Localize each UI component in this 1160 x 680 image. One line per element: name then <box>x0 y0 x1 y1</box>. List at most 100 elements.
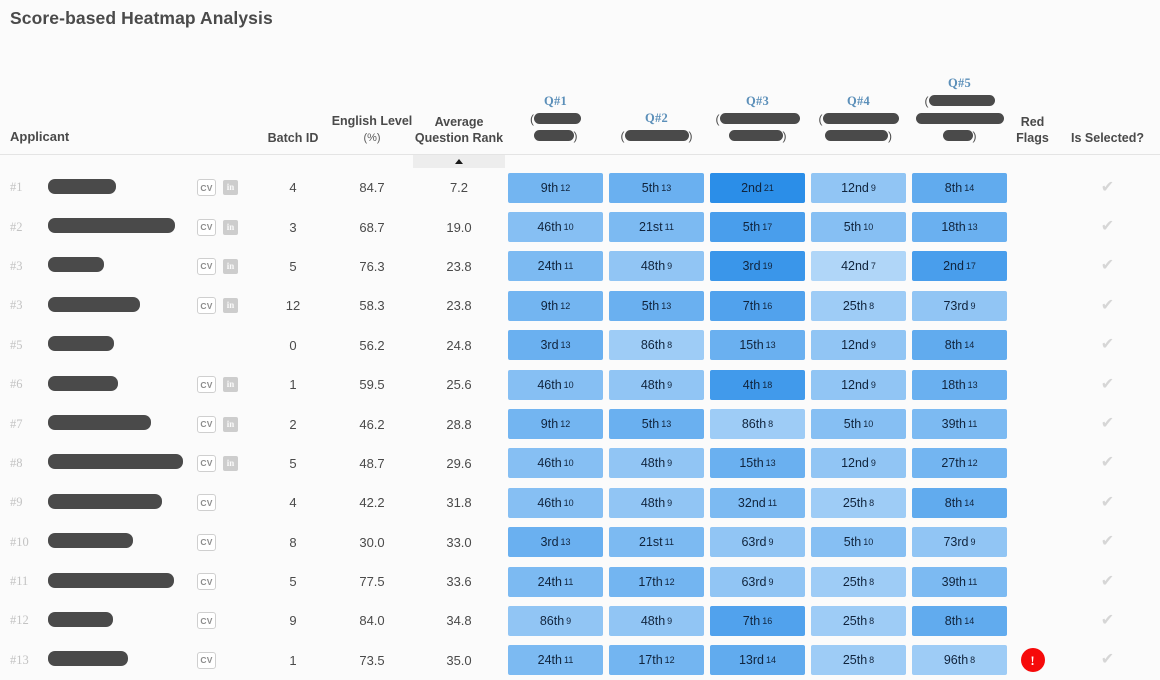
table-row[interactable]: #1 CV in 4 84.7 7.2 9th 12 5th 13 2nd 21 12nd 9 8th 14 ✔ <box>0 168 1160 208</box>
cv-button[interactable]: CV <box>197 415 216 433</box>
question-2-cell[interactable]: 5th 13 <box>606 168 707 208</box>
question-5-cell[interactable]: 2nd 17 <box>909 246 1010 287</box>
cv-button[interactable]: CV <box>197 651 216 669</box>
question-4-cell[interactable]: 25th 8 <box>808 640 909 680</box>
sort-indicator-cell[interactable] <box>413 154 505 168</box>
table-row[interactable]: #12 CV 9 84.0 34.8 86th 9 48th 9 7th 16 25th 8 8th 14 ✔ <box>0 601 1160 641</box>
question-3-cell[interactable]: 3rd 19 <box>707 246 808 287</box>
question-5-cell[interactable]: 8th 14 <box>909 168 1010 208</box>
cv-button[interactable]: CV <box>197 612 216 630</box>
question-1-cell[interactable]: 9th 12 <box>505 286 606 326</box>
cv-button[interactable]: CV <box>197 454 216 472</box>
question-2-cell[interactable]: 48th 9 <box>606 443 707 484</box>
linkedin-icon[interactable]: in <box>223 377 238 393</box>
question-5-cell[interactable]: 96th 8 <box>909 640 1010 680</box>
table-row[interactable]: #6 CV in 1 59.5 25.6 46th 10 48th 9 4th 18 12nd 9 18th… <box>0 364 1160 405</box>
question-1-cell[interactable]: 3rd 13 <box>505 325 606 365</box>
sort-ascending-box[interactable] <box>413 154 505 168</box>
linkedin-icon[interactable]: in <box>223 180 238 196</box>
linkedin-icon[interactable]: in <box>223 416 238 432</box>
col-header-is-selected[interactable]: Is Selected? <box>1055 46 1160 155</box>
question-5-cell[interactable]: 8th 14 <box>909 601 1010 641</box>
cv-button[interactable]: CV <box>197 218 216 236</box>
question-4-cell[interactable]: 5th 10 <box>808 207 909 247</box>
question-4-cell[interactable]: 12nd 9 <box>808 325 909 365</box>
cv-button[interactable]: CV <box>197 297 216 315</box>
col-header-q2[interactable]: Q#2 () <box>606 46 707 155</box>
question-4-cell[interactable]: 25th 8 <box>808 601 909 641</box>
question-1-cell[interactable]: 24th 11 <box>505 640 606 680</box>
question-3-cell[interactable]: 63rd 9 <box>707 561 808 602</box>
question-2-cell[interactable]: 48th 9 <box>606 246 707 287</box>
table-row[interactable]: #5 0 56.2 24.8 3rd 13 86th 8 15th 13 12nd 9 8th 14 ✔ <box>0 325 1160 365</box>
question-2-cell[interactable]: 17th 12 <box>606 561 707 602</box>
question-1-cell[interactable]: 86th 9 <box>505 601 606 641</box>
col-header-q5[interactable]: Q#5 () <box>909 46 1010 155</box>
question-5-cell[interactable]: 39th 11 <box>909 561 1010 602</box>
question-2-cell[interactable]: 5th 13 <box>606 404 707 444</box>
question-1-cell[interactable]: 9th 12 <box>505 168 606 208</box>
question-1-cell[interactable]: 46th 10 <box>505 443 606 484</box>
question-3-cell[interactable]: 4th 18 <box>707 364 808 405</box>
cv-button[interactable]: CV <box>197 376 216 394</box>
cv-button[interactable]: CV <box>197 533 216 551</box>
question-2-cell[interactable]: 48th 9 <box>606 483 707 523</box>
question-3-cell[interactable]: 63rd 9 <box>707 522 808 562</box>
question-2-cell[interactable]: 21st 11 <box>606 522 707 562</box>
question-1-cell[interactable]: 24th 11 <box>505 246 606 287</box>
cv-button[interactable]: CV <box>197 573 216 591</box>
question-5-cell[interactable]: 18th 13 <box>909 364 1010 405</box>
col-header-applicant[interactable]: Applicant <box>0 46 255 155</box>
col-header-red-flags[interactable]: Red Flags <box>1010 46 1055 155</box>
question-3-cell[interactable]: 15th 13 <box>707 325 808 365</box>
question-4-cell[interactable]: 25th 8 <box>808 483 909 523</box>
table-row[interactable]: #3 CV in 12 58.3 23.8 9th 12 5th 13 7th 16 25th 8 73rd… <box>0 286 1160 326</box>
question-3-cell[interactable]: 5th 17 <box>707 207 808 247</box>
question-2-cell[interactable]: 48th 9 <box>606 601 707 641</box>
linkedin-icon[interactable]: in <box>223 298 238 314</box>
cv-button[interactable]: CV <box>197 179 216 197</box>
question-5-cell[interactable]: 27th 12 <box>909 443 1010 484</box>
col-header-english-level[interactable]: English Level (%) <box>331 46 413 155</box>
table-row[interactable]: #9 CV 4 42.2 31.8 46th 10 48th 9 32nd 11 25th 8 8th 14… <box>0 483 1160 523</box>
cv-button[interactable]: CV <box>197 494 216 512</box>
question-5-cell[interactable]: 18th 13 <box>909 207 1010 247</box>
question-4-cell[interactable]: 12nd 9 <box>808 443 909 484</box>
question-3-cell[interactable]: 7th 16 <box>707 286 808 326</box>
question-3-cell[interactable]: 2nd 21 <box>707 168 808 208</box>
question-1-cell[interactable]: 3rd 13 <box>505 522 606 562</box>
table-row[interactable]: #11 CV 5 77.5 33.6 24th 11 17th 12 63rd 9 25th 8 39th… <box>0 561 1160 602</box>
question-3-cell[interactable]: 32nd 11 <box>707 483 808 523</box>
question-3-cell[interactable]: 86th 8 <box>707 404 808 444</box>
question-5-cell[interactable]: 73rd 9 <box>909 522 1010 562</box>
question-1-cell[interactable]: 24th 11 <box>505 561 606 602</box>
question-4-cell[interactable]: 12nd 9 <box>808 364 909 405</box>
question-1-cell[interactable]: 46th 10 <box>505 364 606 405</box>
cv-button[interactable]: CV <box>197 257 216 275</box>
table-row[interactable]: #3 CV in 5 76.3 23.8 24th 11 48th 9 3rd 19 42nd 7 2nd 1… <box>0 246 1160 287</box>
table-row[interactable]: #2 CV in 3 68.7 19.0 46th 10 21st 11 5th 17 5th 10 18t… <box>0 207 1160 247</box>
question-3-cell[interactable]: 15th 13 <box>707 443 808 484</box>
red-flag-icon[interactable]: ! <box>1020 648 1045 673</box>
question-5-cell[interactable]: 8th 14 <box>909 483 1010 523</box>
question-4-cell[interactable]: 5th 10 <box>808 404 909 444</box>
question-2-cell[interactable]: 21st 11 <box>606 207 707 247</box>
question-3-cell[interactable]: 7th 16 <box>707 601 808 641</box>
question-1-cell[interactable]: 9th 12 <box>505 404 606 444</box>
question-4-cell[interactable]: 5th 10 <box>808 522 909 562</box>
table-row[interactable]: #10 CV 8 30.0 33.0 3rd 13 21st 11 63rd 9 5th 10 73rd 9… <box>0 522 1160 562</box>
col-header-q1[interactable]: Q#1 () <box>505 46 606 155</box>
question-2-cell[interactable]: 86th 8 <box>606 325 707 365</box>
question-2-cell[interactable]: 17th 12 <box>606 640 707 680</box>
question-2-cell[interactable]: 5th 13 <box>606 286 707 326</box>
question-2-cell[interactable]: 48th 9 <box>606 364 707 405</box>
linkedin-icon[interactable]: in <box>223 219 238 235</box>
col-header-q4[interactable]: Q#4 () <box>808 46 909 155</box>
question-4-cell[interactable]: 25th 8 <box>808 561 909 602</box>
col-header-batch-id[interactable]: Batch ID <box>255 46 331 155</box>
question-4-cell[interactable]: 42nd 7 <box>808 246 909 287</box>
linkedin-icon[interactable]: in <box>223 258 238 274</box>
col-header-average-question-rank[interactable]: Average Question Rank <box>413 46 505 155</box>
question-5-cell[interactable]: 73rd 9 <box>909 286 1010 326</box>
question-4-cell[interactable]: 12nd 9 <box>808 168 909 208</box>
